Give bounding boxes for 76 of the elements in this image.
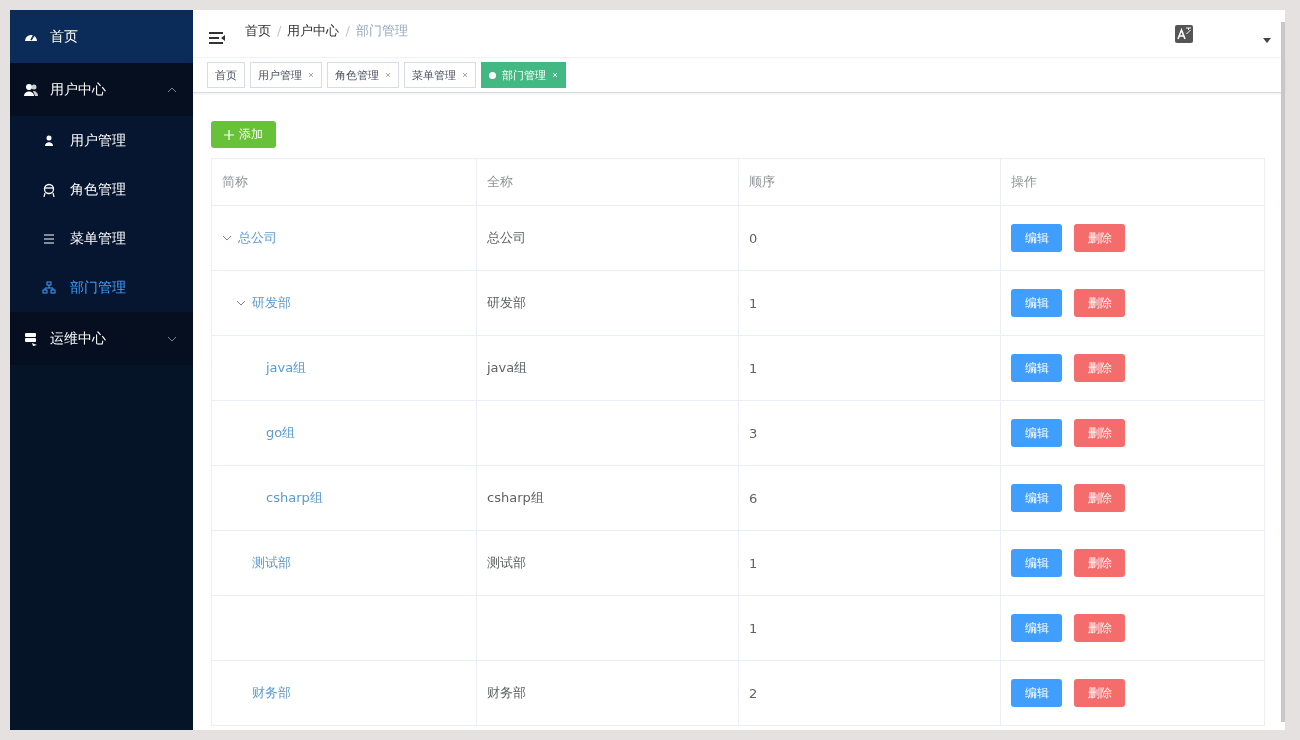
edit-button[interactable]: 编辑 <box>1011 549 1062 577</box>
delete-button[interactable]: 删除 <box>1074 549 1125 577</box>
person-icon <box>42 133 56 148</box>
column-header: 顺序 <box>739 159 1001 205</box>
table-cell: csharp组 <box>266 489 323 507</box>
table-cell: 1 <box>749 360 758 376</box>
language-icon[interactable] <box>1175 24 1193 43</box>
table-cell: 研发部 <box>487 294 526 312</box>
edit-button[interactable]: 编辑 <box>1011 484 1062 512</box>
column-header: 全称 <box>477 159 739 205</box>
delete-button[interactable]: 删除 <box>1074 419 1125 447</box>
chevron-icon[interactable] <box>167 335 177 342</box>
sidebar-item[interactable]: 首页 <box>10 10 193 63</box>
breadcrumb-separator: / <box>277 23 282 38</box>
face-icon <box>42 182 56 197</box>
table-cell: 0 <box>749 230 758 246</box>
table-cell: 1 <box>749 295 758 311</box>
breadcrumb-link[interactable]: 首页 <box>245 21 271 40</box>
delete-button[interactable]: 删除 <box>1074 679 1125 707</box>
tab[interactable]: 部门管理 <box>481 62 566 88</box>
server-icon <box>24 331 38 346</box>
sidebar-group[interactable]: 用户中心 <box>10 63 193 116</box>
table-cell: 总公司 <box>487 229 526 247</box>
plus-icon <box>224 129 234 140</box>
sidebar-item[interactable]: 用户管理 <box>10 116 193 165</box>
tab[interactable]: 菜单管理 <box>404 62 476 88</box>
table-cell: 1 <box>749 555 758 571</box>
expand-icon[interactable] <box>236 300 246 306</box>
breadcrumb-link[interactable]: 用户中心 <box>287 21 340 40</box>
delete-button[interactable]: 删除 <box>1074 484 1125 512</box>
tab[interactable]: 角色管理 <box>327 62 399 88</box>
add-button[interactable]: 添加 <box>211 121 276 148</box>
delete-button[interactable]: 删除 <box>1074 354 1125 382</box>
users-icon <box>24 82 38 97</box>
edit-button[interactable]: 编辑 <box>1011 224 1062 252</box>
close-icon[interactable] <box>385 72 391 78</box>
edit-button[interactable]: 编辑 <box>1011 419 1062 447</box>
table-cell: go组 <box>266 424 296 442</box>
chevron-icon[interactable] <box>167 86 177 93</box>
table-cell: 总公司 <box>238 229 277 247</box>
menu-icon[interactable] <box>209 30 225 45</box>
dot-icon <box>489 71 496 79</box>
edit-button[interactable]: 编辑 <box>1011 679 1062 707</box>
table-cell: 研发部 <box>252 294 291 312</box>
edit-button[interactable]: 编辑 <box>1011 289 1062 317</box>
delete-button[interactable]: 删除 <box>1074 224 1125 252</box>
delete-button[interactable]: 删除 <box>1074 614 1125 642</box>
edit-button[interactable]: 编辑 <box>1011 614 1062 642</box>
table-cell: java组 <box>266 359 307 377</box>
column-header: 简称 <box>212 159 477 205</box>
sidebar-item[interactable]: 角色管理 <box>10 165 193 214</box>
table-cell: 3 <box>749 425 758 441</box>
tab[interactable]: 首页 <box>207 62 245 88</box>
edit-button[interactable]: 编辑 <box>1011 354 1062 382</box>
caret-icon[interactable] <box>1263 37 1271 44</box>
table-cell: csharp组 <box>487 489 544 507</box>
expand-icon[interactable] <box>222 235 232 241</box>
table-cell: 财务部 <box>487 684 526 702</box>
table-cell: java组 <box>487 359 528 377</box>
sidebar-group[interactable]: 运维中心 <box>10 312 193 365</box>
close-icon[interactable] <box>308 72 314 78</box>
table-cell: 2 <box>749 685 758 701</box>
table-cell: 1 <box>749 620 758 636</box>
delete-button[interactable]: 删除 <box>1074 289 1125 317</box>
sidebar-item[interactable]: 部门管理 <box>10 263 193 312</box>
table-cell: 测试部 <box>252 554 291 572</box>
list-icon <box>42 231 56 246</box>
close-icon[interactable] <box>462 72 468 78</box>
column-header: 操作 <box>1010 173 1038 191</box>
tab[interactable]: 用户管理 <box>250 62 322 88</box>
table-cell: 6 <box>749 490 758 506</box>
breadcrumb-separator: / <box>345 23 350 38</box>
table-cell: 测试部 <box>487 554 526 572</box>
sidebar-item[interactable]: 菜单管理 <box>10 214 193 263</box>
table-cell: 财务部 <box>252 684 291 702</box>
sitemap-icon <box>42 280 56 295</box>
